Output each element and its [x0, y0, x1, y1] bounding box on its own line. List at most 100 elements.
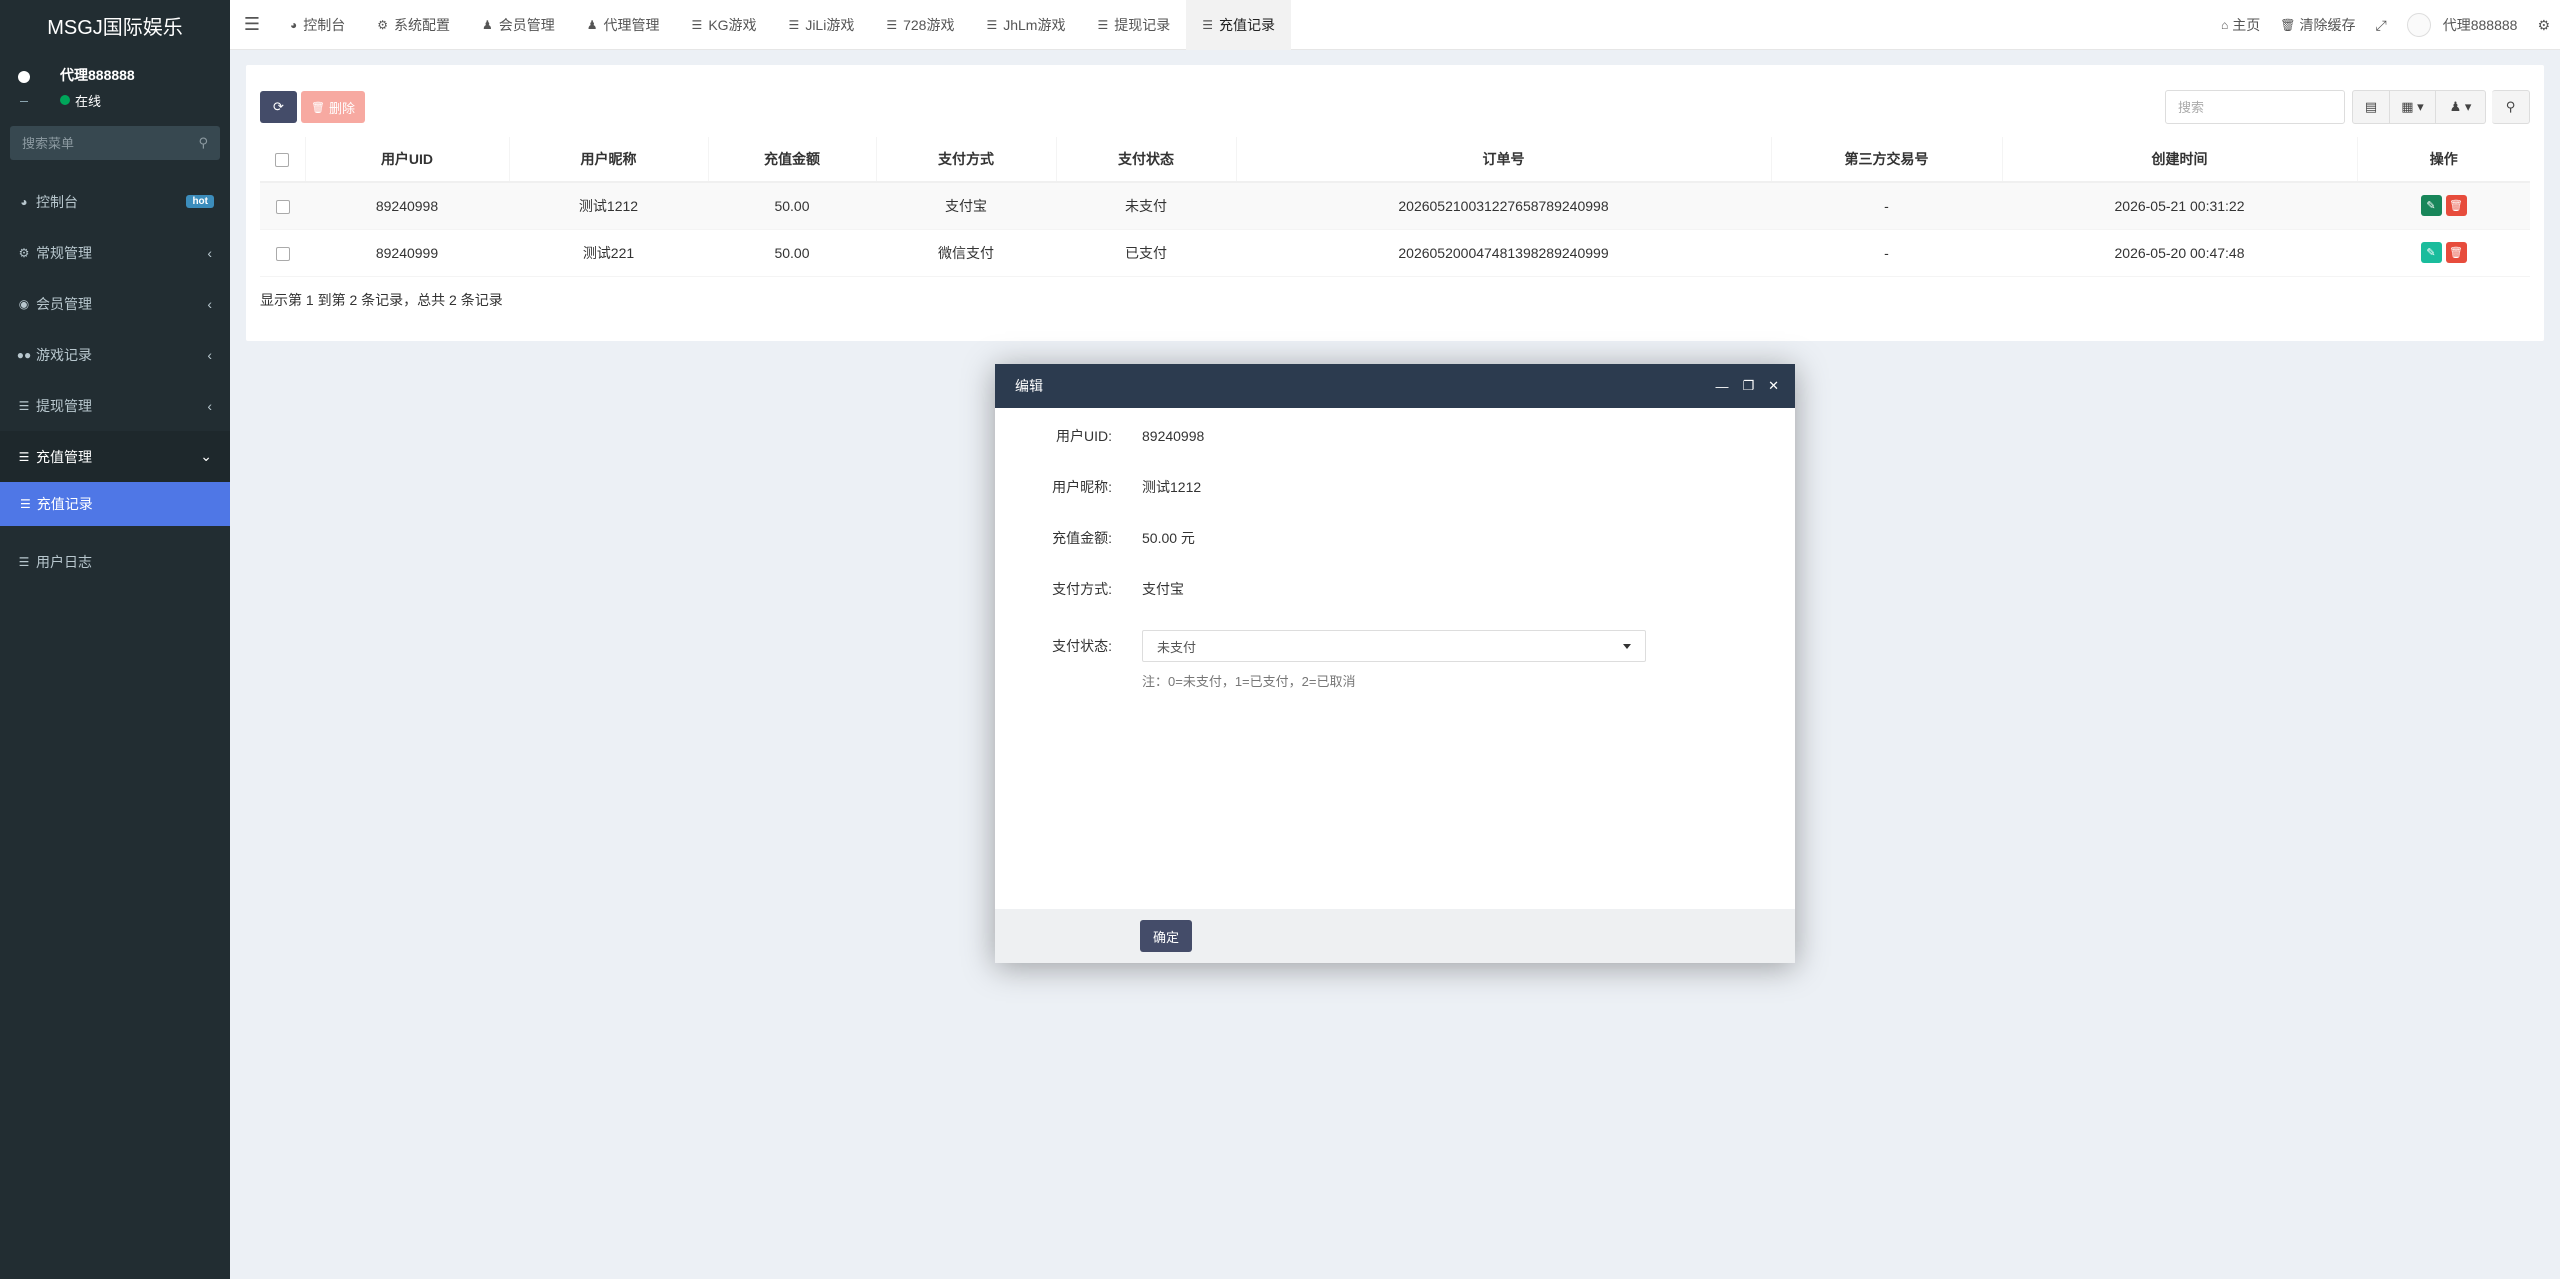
column-header[interactable]: 支付状态 — [1055, 137, 1236, 183]
select-all-checkbox[interactable] — [275, 153, 290, 168]
edit-pencil-icon[interactable]: ✎ — [2420, 195, 2442, 217]
database-icon: ☰ — [1202, 17, 1213, 32]
settings-icon[interactable]: ⚙ — [2527, 0, 2560, 50]
sidebar-subitem-recharge-records[interactable]: ☰ 充值记录 — [0, 482, 230, 526]
close-icon[interactable]: ✕ — [1768, 378, 1779, 394]
dashboard-icon: ◕ — [20, 194, 28, 209]
column-header[interactable]: 订单号 — [1235, 137, 1771, 183]
tab-system-config[interactable]: ⚙ 系统配置 — [361, 0, 466, 50]
tab-jhlm-games[interactable]: ☰ JhLm游戏 — [970, 0, 1081, 50]
caret-down-icon — [1623, 643, 1631, 649]
sidebar-item-user-log[interactable]: ☰ 用户日志 — [0, 536, 230, 587]
cell-third-party: - — [1771, 229, 2002, 277]
user-icon: ♟ — [482, 17, 493, 32]
tab-kg-games[interactable]: ☰ KG游戏 — [676, 0, 773, 50]
table-row[interactable]: 89240998 测试1212 50.00 支付宝 未支付 2026052100… — [260, 182, 2530, 230]
tab-dashboard[interactable]: ◕ 控制台 — [274, 0, 361, 50]
user-status: 在线 — [60, 91, 135, 110]
nav-tabs: ◕ 控制台 ⚙ 系统配置 ♟ 会员管理 ♟ 代理管理 ☰ KG游戏 ☰ JiLi游戏 ☰ 72… — [274, 0, 1291, 50]
tab-jili-games[interactable]: ☰ JiLi游戏 — [773, 0, 871, 50]
column-header[interactable]: 充值金额 — [707, 137, 876, 183]
table-tools: ▤ ▦ ▾ ♟ ▾ ⚲ — [2352, 90, 2530, 124]
sidebar-item-recharge[interactable]: ☰ 充值管理 ⌄ — [0, 431, 230, 482]
column-header[interactable]: 用户昵称 — [508, 137, 708, 183]
cell-order: 202605210031227658789240998 — [1236, 182, 1771, 230]
column-header: 操作 — [2356, 137, 2530, 183]
search-icon[interactable]: ⚲ — [198, 135, 208, 151]
table-toolbar: ⟳ 🗑 删除 — [260, 91, 365, 123]
field-label: 支付状态: — [1052, 638, 1112, 654]
modal-title: 编辑 — [1015, 378, 1043, 394]
sidebar-search: ⚲ — [10, 126, 220, 160]
confirm-button[interactable]: 确定 — [1140, 920, 1192, 952]
tab-agents[interactable]: ♟ 代理管理 — [571, 0, 676, 50]
column-header[interactable]: 第三方交易号 — [1770, 137, 2002, 183]
cog-icon: ⚙ — [377, 17, 389, 32]
tab-recharge-records[interactable]: ☰ 充值记录 — [1186, 0, 1291, 50]
cell-order: 202605200047481398289240999 — [1236, 229, 1771, 277]
tab-members[interactable]: ♟ 会员管理 — [466, 0, 571, 50]
row-checkbox[interactable] — [275, 246, 290, 261]
user-name: 代理888888 — [60, 66, 135, 83]
home-link[interactable]: ⌂ 主页 — [2211, 0, 2270, 50]
cell-status: 未支付 — [1056, 182, 1236, 230]
sidebar-search-input[interactable] — [22, 135, 182, 151]
cell-created: 2026-05-20 00:47:48 — [2002, 229, 2357, 277]
maximize-icon[interactable]: ❐ — [1742, 378, 1754, 394]
cell-amount: 50.00 — [708, 229, 876, 277]
minimize-icon[interactable]: — — [1715, 379, 1728, 394]
sidebar-item-dashboard[interactable]: ◕ 控制台 hot — [0, 176, 230, 227]
sidebar-item-game-records[interactable]: ●● 游戏记录 ‹ — [0, 329, 230, 380]
sidebar-item-general[interactable]: ⚙ 常规管理 ‹ — [0, 227, 230, 278]
column-header[interactable]: 用户UID — [304, 137, 509, 183]
form-row-nickname: 用户昵称: 测试1212 — [995, 477, 1795, 497]
avatar — [2406, 13, 2431, 37]
online-dot-icon — [60, 95, 70, 105]
column-header[interactable]: 支付方式 — [875, 137, 1056, 183]
toggle-view-icon[interactable]: ▤ — [2352, 90, 2390, 124]
cell-third-party: - — [1771, 182, 2002, 230]
row-checkbox[interactable] — [275, 199, 290, 214]
list-icon: ☰ — [788, 17, 800, 32]
database-icon: ☰ — [1097, 17, 1109, 32]
delete-trash-icon[interactable]: 🗑 — [2445, 195, 2467, 217]
recharge-records-table: 用户UID 用户昵称 充值金额 支付方式 支付状态 订单号 第三方交易号 创建时… — [260, 137, 2530, 277]
column-header[interactable]: 创建时间 — [2001, 137, 2357, 183]
tab-728-games[interactable]: ☰ 728游戏 — [870, 0, 970, 50]
user-circle-icon: ◉ — [18, 296, 30, 311]
refresh-button[interactable]: ⟳ — [260, 91, 297, 123]
tab-withdraw-records[interactable]: ☰ 提现记录 — [1081, 0, 1186, 50]
cell-method: 微信支付 — [876, 229, 1056, 277]
chevron-down-icon: ⌄ — [200, 448, 212, 464]
sidebar: MSGJ国际娱乐 代理888888 在线 ⚲ ◕ 控制台 hot ⚙ 常规管理 … — [0, 0, 230, 1279]
sidebar-item-members[interactable]: ◉ 会员管理 ‹ — [0, 278, 230, 329]
dashboard-icon: ◕ — [290, 17, 298, 32]
brand-logo[interactable]: MSGJ国际娱乐 — [0, 0, 230, 50]
delete-button[interactable]: 🗑 删除 — [301, 91, 365, 123]
pagination-info: 显示第 1 到第 2 条记录，总共 2 条记录 — [260, 292, 503, 308]
status-select[interactable]: 未支付 — [1142, 630, 1646, 662]
export-dropdown-icon[interactable]: ♟ ▾ — [2436, 90, 2486, 124]
delete-trash-icon[interactable]: 🗑 — [2445, 242, 2467, 263]
edit-pencil-icon[interactable]: ✎ — [2420, 242, 2442, 263]
clear-cache-link[interactable]: 🗑 清除缓存 — [2270, 0, 2365, 50]
sidebar-toggle-icon[interactable]: ☰ — [230, 0, 274, 50]
table-header-row: 用户UID 用户昵称 充值金额 支付方式 支付状态 订单号 第三方交易号 创建时… — [260, 137, 2530, 183]
modal-controls: — ❐ ✕ — [1715, 364, 1779, 408]
modal-body: 用户UID: 89240998 用户昵称: 测试1212 充值金额: 50.00… — [995, 408, 1795, 909]
hot-badge: hot — [186, 195, 214, 208]
table-row[interactable]: 89240999 测试221 50.00 微信支付 已支付 2026052000… — [260, 229, 2530, 277]
sidebar-item-withdraw[interactable]: ☰ 提现管理 ‹ — [0, 380, 230, 431]
form-row-amount: 充值金额: 50.00 元 — [995, 528, 1795, 548]
modal-header[interactable]: 编辑 — ❐ ✕ — [995, 364, 1795, 408]
columns-dropdown-icon[interactable]: ▦ ▾ — [2390, 90, 2436, 124]
field-label: 用户昵称: — [1052, 479, 1112, 495]
advanced-search-icon[interactable]: ⚲ — [2492, 90, 2530, 124]
sidebar-menu: ◕ 控制台 hot ⚙ 常规管理 ‹ ◉ 会员管理 ‹ ●● 游戏记录 ‹ ☰ … — [0, 176, 230, 587]
fullscreen-icon[interactable]: ⤢ — [2366, 0, 2397, 50]
home-icon: ⌂ — [2221, 18, 2229, 32]
user-menu[interactable]: 代理888888 — [2397, 0, 2528, 50]
gamepad-icon: ●● — [16, 347, 32, 362]
table-search-input[interactable] — [2165, 90, 2345, 124]
database-icon: ☰ — [18, 554, 30, 569]
